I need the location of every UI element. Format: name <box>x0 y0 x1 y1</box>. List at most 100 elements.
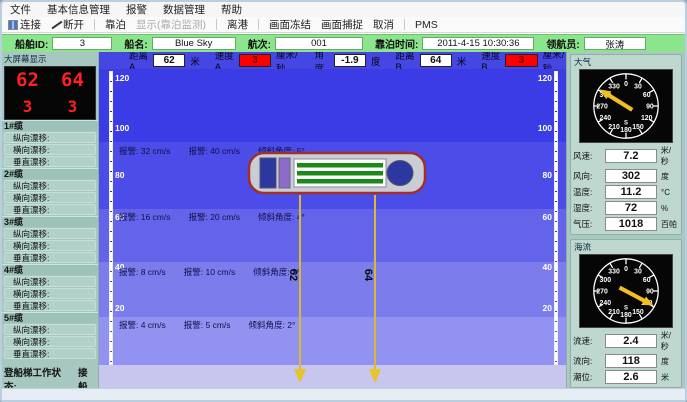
wind-direction-row: 风向: 302 度 <box>573 169 679 183</box>
pressure-row: 气压: 1018 百帕 <box>573 217 679 231</box>
svg-text:270: 270 <box>596 103 608 110</box>
current-speed-row: 流速: 2.4 米/秒 <box>573 330 679 352</box>
pilot-label: 领航员: <box>546 36 579 51</box>
svg-text:S: S <box>624 120 628 126</box>
drift-label: 纵向漂移: <box>4 324 96 335</box>
temperature-row: 温度: 11.2 °C <box>573 185 679 199</box>
zone-threshold-line: 报警: 8 cm/s 报警: 10 cm/s 倾斜角度: 3° <box>119 266 300 278</box>
zone-band <box>99 69 566 142</box>
drift-label: 纵向漂移: <box>4 276 96 287</box>
svg-text:150: 150 <box>632 309 644 316</box>
drift-label: 横向漂移: <box>4 192 96 203</box>
svg-text:60: 60 <box>643 92 651 99</box>
drift-label: 垂直漂移: <box>4 348 96 359</box>
axis-tick-label: 100 <box>115 123 129 133</box>
status-bar <box>2 388 685 400</box>
drift-label: 横向漂移: <box>4 336 96 347</box>
pressure-value: 1018 <box>605 217 657 231</box>
wind-direction-value: 302 <box>605 169 657 183</box>
disconnect-button[interactable]: 断开 <box>49 17 86 32</box>
berth-time-field[interactable]: 2011-4-15 10:30:36 <box>422 37 534 50</box>
depart-button[interactable]: 离港 <box>225 17 250 32</box>
axis-tick-label: 120 <box>115 73 129 83</box>
menu-alarm[interactable]: 报警 <box>126 2 147 17</box>
menu-basic-info[interactable]: 基本信息管理 <box>47 2 110 17</box>
axis-tick-label: 20 <box>115 303 124 313</box>
current-speed-value: 2.4 <box>605 334 657 348</box>
readout-bar: 距离A 62 米 速度A 3 厘米/秒 角度 -1.9 度 距离B 64 米 速… <box>99 52 566 69</box>
toolbar-separator <box>94 19 95 30</box>
svg-text:330: 330 <box>608 269 620 276</box>
cable-group-header: 5#缆 <box>2 312 98 323</box>
ship-name-label: 船名: <box>124 36 147 51</box>
current-direction-row: 流向: 118 度 <box>573 354 679 368</box>
freeze-screen-button[interactable]: 画面冻结 <box>267 17 313 32</box>
distance-b-unit: 米 <box>457 54 467 68</box>
big-screen-display-title: 大屏幕显示 <box>2 52 98 66</box>
axis-tick-label: 20 <box>543 303 552 313</box>
svg-text:90: 90 <box>646 288 654 295</box>
svg-text:270: 270 <box>596 288 608 295</box>
angle-value: -1.9 <box>334 54 366 67</box>
wind-direction-gauge: 0 30 60 90 120 150 180 210 240 270 300 3… <box>579 69 673 143</box>
drift-label: 纵向漂移: <box>4 180 96 191</box>
svg-text:240: 240 <box>600 115 612 122</box>
disconnect-icon <box>51 20 61 30</box>
axis-tick-label: 60 <box>543 212 552 222</box>
menu-file[interactable]: 文件 <box>10 2 31 17</box>
cancel-button[interactable]: 取消 <box>371 17 396 32</box>
drift-label: 横向漂移: <box>4 240 96 251</box>
left-distance-ruler <box>109 71 113 365</box>
speed-a-value: 3 <box>239 54 271 67</box>
svg-text:180: 180 <box>620 312 632 319</box>
menu-help[interactable]: 帮助 <box>221 2 242 17</box>
speed-b-value: 3 <box>505 54 537 67</box>
capture-screen-button[interactable]: 画面捕捉 <box>319 17 365 32</box>
mooring-line-b <box>374 195 376 371</box>
led-speed-a: 3 <box>23 97 33 116</box>
berthing-chart-area: 距离A 62 米 速度A 3 厘米/秒 角度 -1.9 度 距离B 64 米 速… <box>99 52 566 388</box>
mooring-line-a-label: 62 <box>287 269 299 281</box>
wind-speed-row: 风速: 7.2 米/秒 <box>573 145 679 167</box>
temperature-value: 11.2 <box>605 185 657 199</box>
drift-label: 纵向漂移: <box>4 132 96 143</box>
toolbar-separator <box>258 19 259 30</box>
ship-name-field[interactable]: Blue Sky <box>152 37 236 50</box>
tide-level-row: 潮位: 2.6 米 <box>573 370 679 384</box>
svg-text:0: 0 <box>624 81 628 88</box>
connect-icon <box>8 20 18 30</box>
axis-tick-label: 100 <box>538 123 552 133</box>
svg-text:180: 180 <box>620 127 632 134</box>
voyage-field[interactable]: 001 <box>275 37 363 50</box>
distance-b-value: 64 <box>420 54 452 67</box>
ship-info-bar: 船舶ID: 3 船名: Blue Sky 航次: 001 靠泊时间: 2011-… <box>2 34 685 52</box>
axis-tick-label: 40 <box>543 262 552 272</box>
current-group: 海流 <box>570 239 682 388</box>
pilot-field[interactable]: 张涛 <box>584 37 646 50</box>
mooring-line-b-label: 64 <box>362 269 374 281</box>
berth-button[interactable]: 靠泊 <box>103 17 128 32</box>
connect-button[interactable]: 连接 <box>6 17 43 32</box>
drift-label: 垂直漂移: <box>4 156 96 167</box>
berth-time-label: 靠泊时间: <box>375 36 418 51</box>
dock-strip <box>99 365 566 388</box>
pms-button[interactable]: PMS <box>413 19 440 31</box>
menu-data-mgmt[interactable]: 数据管理 <box>163 2 205 17</box>
svg-text:210: 210 <box>608 309 620 316</box>
humidity-value: 72 <box>605 201 657 215</box>
drift-label: 垂直漂移: <box>4 252 96 263</box>
current-title: 海流 <box>574 241 679 253</box>
distance-a-unit: 米 <box>190 54 200 68</box>
ship-id-field[interactable]: 3 <box>52 37 112 50</box>
dock-marker-arrow <box>294 369 306 383</box>
svg-text:210: 210 <box>608 124 620 131</box>
svg-text:30: 30 <box>634 84 642 91</box>
svg-text:90: 90 <box>646 103 654 110</box>
svg-text:300: 300 <box>600 277 612 284</box>
dock-marker-arrow <box>369 369 381 383</box>
current-direction-value: 118 <box>605 354 657 368</box>
ship-graphic <box>247 151 427 196</box>
atmosphere-group: 大气 <box>570 54 682 235</box>
gangway-status-value: 接船 <box>78 365 96 388</box>
menu-bar: 文件 基本信息管理 报警 数据管理 帮助 <box>2 2 685 17</box>
